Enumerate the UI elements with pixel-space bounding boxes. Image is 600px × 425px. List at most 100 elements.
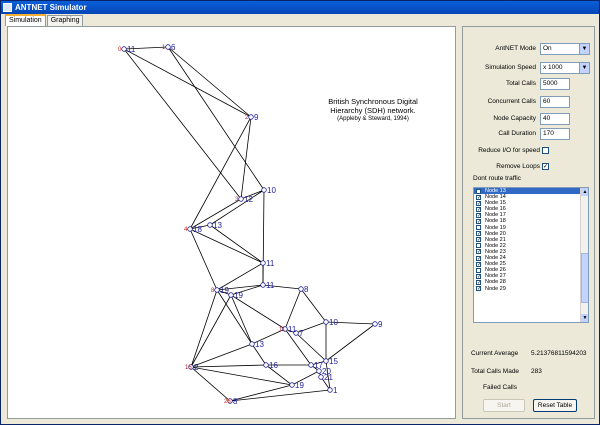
node-index-label: 0 (118, 47, 122, 53)
node-list-item[interactable]: ✓ Node 29 (474, 286, 588, 292)
total-calls-input[interactable]: 5000 (540, 78, 570, 90)
network-link (325, 323, 376, 362)
node-capacity-row: Node Capacity 40 (463, 113, 596, 127)
network-link (190, 294, 232, 368)
node-checkbox[interactable]: ✓ (476, 237, 481, 243)
concurrent-calls-row: Concurrent Calls 60 (463, 96, 596, 110)
scroll-down-icon[interactable]: ▼ (581, 314, 588, 322)
node-label: 10 (329, 318, 338, 327)
node-list-items: Node 13 ✓ Node 14 ✓ Node 15 ✓ Node 16 ✓ Node 17 ✓… (474, 188, 588, 292)
current-average-stat: Current Average 5.21376811594203 (471, 350, 587, 357)
caption-citation: (Appleby & Steward, 1994) (337, 116, 409, 122)
node-checkbox[interactable] (476, 188, 481, 194)
node-list-label: Node 29 (485, 285, 506, 292)
scroll-up-icon[interactable]: ▲ (581, 188, 588, 196)
tab-graphing[interactable]: Graphing (46, 15, 84, 26)
network-node (214, 287, 220, 293)
sim-speed-value: x 1000 (543, 64, 563, 71)
network-node (238, 196, 244, 202)
node-checkbox[interactable]: ✓ (476, 286, 481, 292)
node-checkbox[interactable]: ✓ (476, 273, 481, 279)
node-capacity-input[interactable]: 40 (540, 113, 570, 125)
node-checkbox[interactable] (476, 267, 481, 273)
node-label: 13 (213, 221, 222, 230)
node-list-label: Node 14 (485, 194, 506, 201)
total-calls-made-stat: Total Calls Made 283 (471, 368, 542, 375)
settings-panel: AntNET Mode On ▼ Simulation Speed x 1000 ▼… (462, 26, 595, 419)
concurrent-calls-label: Concurrent Calls (487, 98, 536, 105)
node-list-label: Node 17 (485, 212, 506, 219)
node-index-label: 1 (162, 45, 166, 51)
node-checkbox[interactable]: ✓ (476, 200, 481, 206)
antnet-mode-select[interactable]: On ▼ (540, 43, 590, 55)
node-checklist[interactable]: Node 13 ✓ Node 14 ✓ Node 15 ✓ Node 16 ✓ Node 17 ✓… (473, 187, 589, 323)
caption-line-2: Hierarchy (SDH) network. (330, 106, 416, 115)
concurrent-calls-input[interactable]: 60 (540, 96, 570, 108)
network-node (316, 368, 322, 374)
sim-speed-row: Simulation Speed x 1000 ▼ (463, 62, 596, 76)
node-label: 21 (324, 373, 333, 382)
node-checkbox[interactable]: ✓ (476, 249, 481, 255)
node-checkbox[interactable]: ✓ (476, 194, 481, 200)
node-checkbox[interactable]: ✓ (476, 261, 481, 267)
node-label: 13 (255, 340, 264, 349)
node-checkbox[interactable]: ✓ (476, 231, 481, 237)
network-canvas: 11 0 6 1 9 2 12 3 10 18 4 13 11 11 19 8 19 8 10 9 7 11 11 13 2 15… (7, 26, 456, 419)
failed-calls-label: Failed Calls (483, 384, 517, 391)
node-list-label: Node 20 (485, 230, 506, 237)
node-label: 1 (333, 386, 338, 395)
remove-loops-label: Remove Loops (496, 163, 540, 170)
node-label: 10 (267, 186, 276, 195)
network-node (289, 382, 295, 388)
network-caption: British Synchronous Digital Hierarchy (S… (298, 97, 448, 124)
failed-calls-stat: Failed Calls (483, 384, 517, 391)
node-label: 8 (233, 397, 238, 406)
node-label: 18 (193, 225, 202, 234)
node-label: 19 (295, 381, 304, 390)
node-label: 16 (269, 361, 278, 370)
reduce-io-label: Reduce I/O for speed (478, 147, 540, 154)
node-list-label: Node 26 (485, 267, 506, 274)
node-list-label: Node 19 (485, 224, 506, 231)
node-list-label: Node 24 (485, 255, 506, 262)
node-checkbox[interactable]: ✓ (476, 218, 481, 224)
network-node (207, 222, 213, 228)
node-list-scrollbar[interactable]: ▲ ▼ (580, 188, 588, 322)
node-checkbox[interactable]: ✓ (476, 255, 481, 261)
network-node (121, 46, 127, 52)
chevron-down-icon[interactable]: ▼ (579, 63, 589, 73)
node-list-label: Node 27 (485, 273, 506, 280)
node-list-label: Node 23 (485, 248, 506, 255)
node-index-label: 3 (235, 197, 239, 203)
node-checkbox[interactable]: ✓ (476, 206, 481, 212)
network-node (249, 341, 255, 347)
network-node (298, 286, 304, 292)
start-button[interactable]: Start (483, 399, 525, 412)
antnet-mode-value: On (543, 45, 552, 52)
chevron-down-icon[interactable]: ▼ (579, 44, 589, 54)
network-link (209, 189, 265, 226)
node-checkbox[interactable]: ✓ (476, 212, 481, 218)
network-graph: 110 619212310184 131111198 19810 97111113215… (118, 43, 383, 406)
scroll-thumb[interactable] (581, 253, 588, 303)
sim-speed-select[interactable]: x 1000 ▼ (540, 62, 590, 74)
network-link (190, 364, 267, 368)
network-link (190, 289, 218, 368)
reduce-io-checkbox[interactable] (542, 147, 549, 154)
node-label: 6 (171, 43, 176, 52)
node-label: 19 (234, 291, 243, 300)
node-list-label: Node 18 (485, 218, 506, 225)
app-window: ANTNET Simulator Simulation Graphing 11 0… (0, 0, 600, 425)
node-list-label: Node 21 (485, 236, 506, 243)
tab-simulation[interactable]: Simulation (5, 14, 46, 26)
remove-loops-checkbox[interactable]: ✓ (542, 163, 549, 170)
call-duration-label: Call Duration (498, 130, 536, 137)
node-checkbox[interactable] (476, 243, 481, 249)
node-checkbox[interactable]: ✓ (476, 279, 481, 285)
network-node (327, 387, 333, 393)
reset-table-button[interactable]: Reset Table (533, 399, 577, 412)
node-label: 9 (254, 113, 259, 122)
network-node (260, 282, 266, 288)
node-checkbox[interactable] (476, 225, 481, 231)
call-duration-input[interactable]: 170 (540, 128, 570, 140)
